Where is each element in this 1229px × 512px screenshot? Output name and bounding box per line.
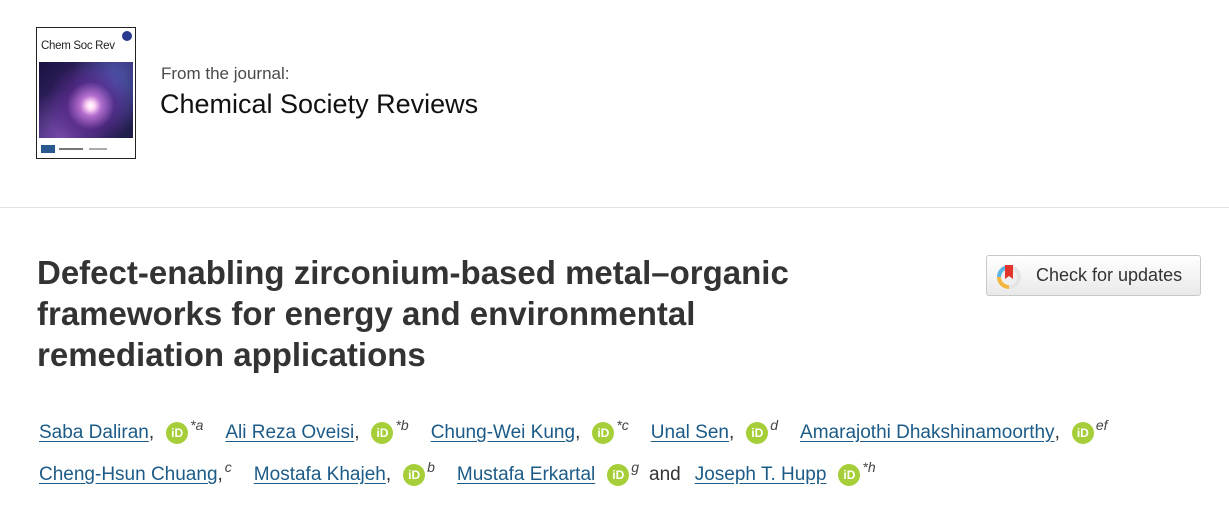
author-item: Amarajothi Dhakshinamoorthy , iD ef [800,417,1108,444]
check-for-updates-button[interactable]: Check for updates [986,255,1201,296]
affiliation-marker: *b [395,417,409,433]
affiliation-marker: c [224,459,232,475]
crossmark-icon [997,264,1022,289]
orcid-icon[interactable]: iD [403,464,426,486]
author-link[interactable]: Cheng-Hsun Chuang [39,464,218,486]
author-link[interactable]: Unal Sen [651,422,729,444]
orcid-icon[interactable]: iD [371,422,394,444]
journal-name-link[interactable]: Chemical Society Reviews [160,89,478,120]
author-link[interactable]: Saba Daliran [39,422,149,444]
orcid-icon[interactable]: iD [607,464,630,486]
author-item: Mostafa Khajeh , iD b [253,459,435,486]
affiliation-marker: *c [616,417,629,433]
author-list: Saba Daliran , iD *a Ali Reza Oveisi , i… [39,412,1209,496]
author-link[interactable]: Joseph T. Hupp [695,464,827,486]
orcid-icon[interactable]: iD [592,422,615,444]
affiliation-marker: d [770,417,779,433]
author-item: Cheng-Hsun Chuang , c [39,459,232,486]
author-link[interactable]: Chung-Wei Kung [431,422,575,444]
author-item: Mustafa Erkartal iD g [457,459,639,486]
affiliation-marker: g [631,459,640,475]
cover-title: Chem Soc Rev [41,40,115,52]
rsc-logo-icon [41,145,55,153]
author-line-2: Cheng-Hsun Chuang , c Mostafa Khajeh , i… [39,454,1209,496]
article-title-line-1: Defect-enabling zirconium-based metal–or… [37,254,789,291]
affiliation-marker: ef [1095,417,1108,433]
cover-footer [37,138,135,158]
author-item: Saba Daliran , iD *a [39,417,204,444]
and-word: and [649,464,681,485]
author-item: Ali Reza Oveisi , iD *b [225,417,409,444]
check-for-updates-label: Check for updates [1036,265,1183,285]
orcid-icon[interactable]: iD [1071,422,1094,444]
affiliation-marker: *a [190,417,204,433]
author-item: Chung-Wei Kung , iD *c [430,417,629,444]
author-line-1: Saba Daliran , iD *a Ali Reza Oveisi , i… [39,412,1209,454]
author-link[interactable]: Mustafa Erkartal [457,464,595,486]
author-link[interactable]: Amarajothi Dhakshinamoorthy [800,422,1055,444]
article-title-line-2: frameworks for energy and environmental [37,295,696,332]
article-title-line-3: remediation applications [37,336,426,373]
journal-cover-image[interactable]: Chem Soc Rev [36,27,136,159]
cover-badge-icon [122,31,132,41]
author-item: Unal Sen , iD d [650,417,779,444]
author-link[interactable]: Mostafa Khajeh [254,464,386,486]
orcid-icon[interactable]: iD [838,464,861,486]
affiliation-marker: b [427,459,435,475]
author-link[interactable]: Ali Reza Oveisi [225,422,354,444]
orcid-icon[interactable]: iD [166,422,189,444]
affiliation-marker: *h [862,459,876,475]
journal-from-label: From the journal: [161,64,290,83]
orcid-icon[interactable]: iD [746,422,769,444]
author-item: Joseph T. Hupp iD *h [695,459,876,486]
article-title: Defect-enabling zirconium-based metal–or… [37,252,937,375]
header-divider [0,207,1229,208]
